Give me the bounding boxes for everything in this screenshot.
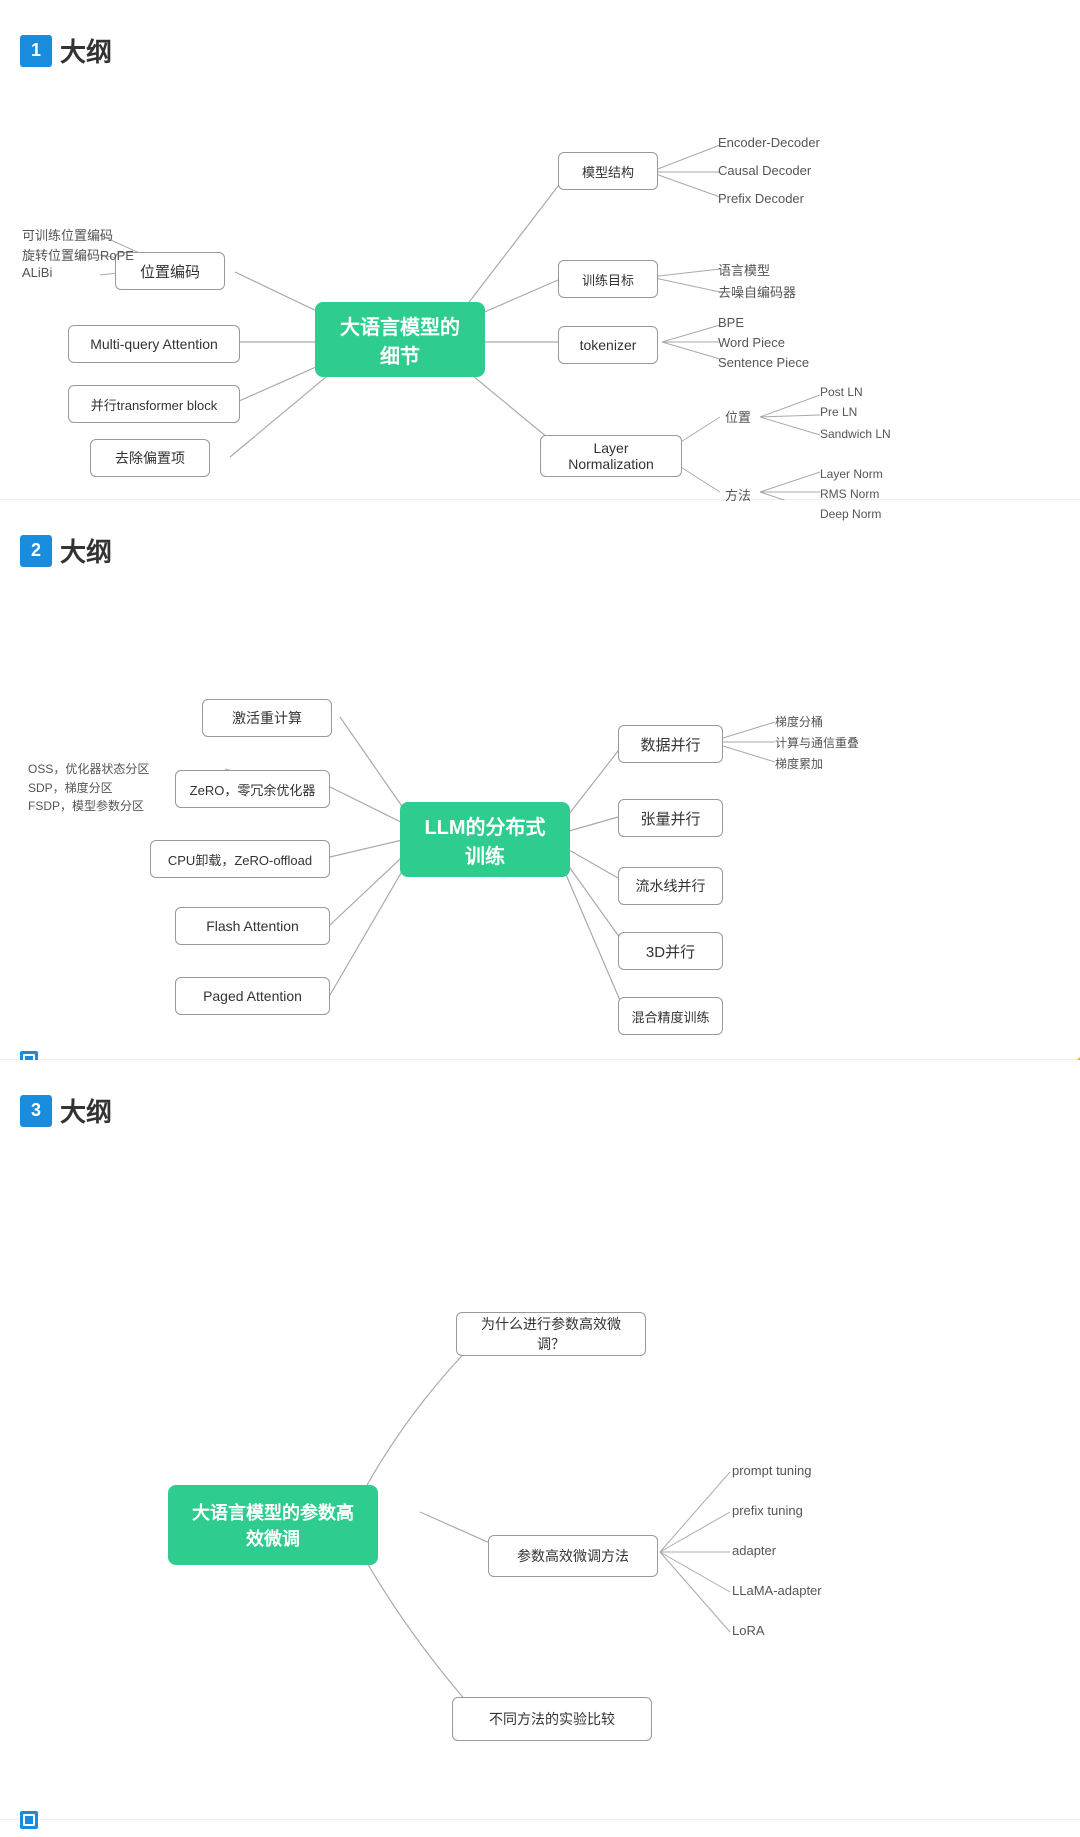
section-1: 1 大纲 bbox=[0, 0, 1080, 500]
position-ln-node: 位置 bbox=[725, 407, 751, 426]
parallel-transformer-node: 并行transformer block bbox=[68, 385, 240, 423]
section-title-3: 大纲 bbox=[60, 1092, 112, 1129]
mixed-precision-node: 混合精度训练 bbox=[618, 997, 723, 1035]
section-3: 3 大纲 大语言模型的参数高效微调 为什么进行参数高效微调？ 参数 bbox=[0, 1060, 1080, 1820]
training-goal-node: 训练目标 bbox=[558, 260, 658, 298]
multi-query-node: Multi-query Attention bbox=[68, 325, 240, 363]
why-node: 为什么进行参数高效微调？ bbox=[456, 1312, 646, 1356]
language-model-node: 语言模型 bbox=[718, 260, 770, 279]
compute-comm-node: 计算与通信重叠 bbox=[775, 734, 859, 751]
prompt-tuning-node: prompt tuning bbox=[732, 1463, 812, 1478]
adapter-node: adapter bbox=[732, 1543, 776, 1558]
section-header-1: 1 大纲 bbox=[0, 20, 1080, 77]
center-node-1: 大语言模型的细节 bbox=[315, 302, 485, 377]
pipeline-parallel-node: 流水线并行 bbox=[618, 867, 723, 905]
cpu-offload-node: CPU卸载，ZeRO-offload bbox=[150, 840, 330, 878]
mindmap-2: LLM的分布式训练 激活重计算 ZeRO，零冗余优化器 OSS，优化器状态分区 … bbox=[0, 577, 1080, 1077]
layer-norm-node: Layer Normalization bbox=[540, 435, 682, 477]
rope-node: 旋转位置编码RoPE bbox=[22, 245, 134, 264]
denoising-node: 去噪自编码器 bbox=[718, 282, 796, 301]
pre-ln-node: Pre LN bbox=[820, 405, 857, 419]
prefix-tuning-node: prefix tuning bbox=[732, 1503, 803, 1518]
sdp-node: SDP，梯度分区 bbox=[28, 779, 113, 796]
method-ln-node: 方法 bbox=[725, 485, 751, 504]
section-title-2: 大纲 bbox=[60, 532, 112, 569]
sentence-piece-node: Sentence Piece bbox=[718, 355, 809, 370]
section-header-3: 3 大纲 bbox=[0, 1080, 1080, 1137]
data-parallel-node: 数据并行 bbox=[618, 725, 723, 763]
word-piece-node: Word Piece bbox=[718, 335, 785, 350]
compare-node: 不同方法的实验比较 bbox=[452, 1697, 652, 1741]
activation-node: 激活重计算 bbox=[202, 699, 332, 737]
mindmap-1: 大语言模型的细节 位置编码 可训练位置编码 旋转位置编码RoPE ALiBi M… bbox=[0, 77, 1080, 537]
deep-norm-node: Deep Norm bbox=[820, 507, 881, 521]
center-node-2: LLM的分布式训练 bbox=[400, 802, 570, 877]
section-header-2: 2 大纲 bbox=[0, 520, 1080, 577]
fsdp-node: FSDP，模型参数分区 bbox=[28, 797, 144, 814]
methods-node: 参数高效微调方法 bbox=[488, 1535, 658, 1577]
oss-node: OSS，优化器状态分区 bbox=[28, 760, 149, 777]
flash-attention-node: Flash Attention bbox=[175, 907, 330, 945]
llama-adapter-node: LLaMA-adapter bbox=[732, 1583, 822, 1598]
post-ln-node: Post LN bbox=[820, 385, 863, 399]
encoder-decoder-node: Encoder-Decoder bbox=[718, 135, 820, 150]
paged-attention-node: Paged Attention bbox=[175, 977, 330, 1015]
bpe-node: BPE bbox=[718, 315, 744, 330]
section-number-3: 3 bbox=[20, 1095, 52, 1127]
prefix-decoder-node: Prefix Decoder bbox=[718, 191, 804, 206]
layer-norm-m-node: Layer Norm bbox=[820, 467, 883, 481]
trainable-pe-node: 可训练位置编码 bbox=[22, 225, 113, 244]
tensor-parallel-node: 张量并行 bbox=[618, 799, 723, 837]
section-title-1: 大纲 bbox=[60, 32, 112, 69]
section-3-icon bbox=[20, 1811, 38, 1829]
remove-bias-node: 去除偏置项 bbox=[90, 439, 210, 477]
section-number-2: 2 bbox=[20, 535, 52, 567]
rms-norm-node: RMS Norm bbox=[820, 487, 879, 501]
lora-node: LoRA bbox=[732, 1623, 765, 1638]
gradient-acc-node: 梯度累加 bbox=[775, 755, 823, 772]
gradient-bucket-node: 梯度分桶 bbox=[775, 713, 823, 730]
section-number-1: 1 bbox=[20, 35, 52, 67]
causal-decoder-node: Causal Decoder bbox=[718, 163, 811, 178]
model-structure-node: 模型结构 bbox=[558, 152, 658, 190]
3d-parallel-node: 3D并行 bbox=[618, 932, 723, 970]
section-2: 2 大纲 LLM的分布式训练 bbox=[0, 500, 1080, 1060]
tokenizer-node: tokenizer bbox=[558, 326, 658, 364]
zero-node: ZeRO，零冗余优化器 bbox=[175, 770, 330, 808]
center-node-3: 大语言模型的参数高效微调 bbox=[168, 1485, 378, 1565]
alibi-node: ALiBi bbox=[22, 265, 52, 280]
mindmap-3: 大语言模型的参数高效微调 为什么进行参数高效微调？ 参数高效微调方法 promp… bbox=[0, 1137, 1080, 1837]
sandwich-ln-node: Sandwich LN bbox=[820, 427, 891, 441]
